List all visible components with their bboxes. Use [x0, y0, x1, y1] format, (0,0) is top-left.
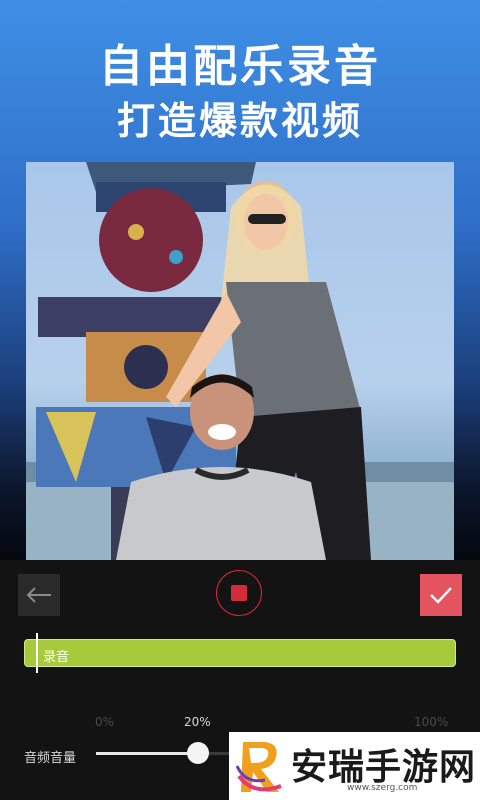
site-watermark: 安瑞手游网 www.szerg.com	[229, 732, 480, 800]
video-frame-illustration	[26, 162, 454, 560]
stop-icon	[231, 585, 247, 601]
recording-track-label: 录音	[43, 650, 70, 665]
screen: 自由配乐录音 打造爆款视频 录音 0% 20% 100% 音频音量 安瑞手游网 …	[0, 0, 480, 800]
checkmark-icon	[430, 587, 452, 604]
video-preview[interactable]	[26, 162, 454, 560]
headline-subtitle: 打造爆款视频	[116, 99, 363, 143]
volume-tick-current: 20%	[184, 715, 211, 729]
volume-tick-max: 100%	[414, 715, 449, 729]
headline-title: 自由配乐录音	[99, 41, 381, 92]
confirm-button[interactable]	[420, 574, 462, 616]
arrow-left-icon	[26, 587, 51, 603]
watermark-logo-icon	[235, 742, 282, 792]
volume-slider-knob[interactable]	[187, 742, 209, 764]
volume-slider-fill	[96, 752, 198, 755]
audio-volume-label: 音频音量	[24, 751, 77, 766]
recording-track[interactable]: 录音	[24, 639, 456, 667]
back-button[interactable]	[18, 574, 60, 616]
watermark-url: www.szerg.com	[347, 783, 418, 793]
volume-tick-min: 0%	[95, 715, 115, 729]
timeline-playhead[interactable]	[36, 633, 38, 673]
record-stop-button[interactable]	[216, 570, 262, 616]
